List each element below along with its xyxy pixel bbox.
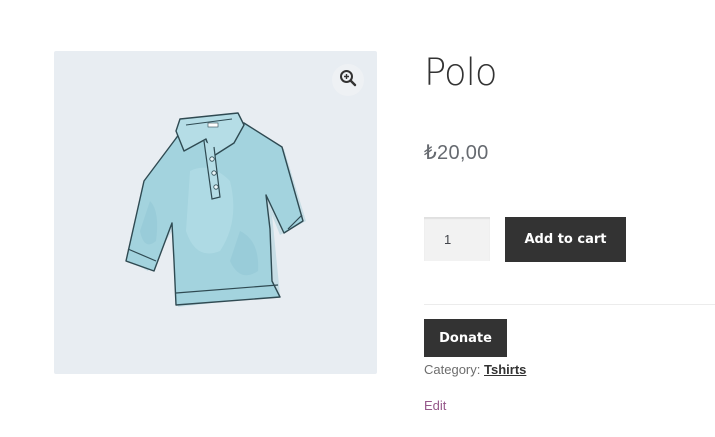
product-category: Category: Tshirts [424, 362, 526, 377]
category-label: Category: [424, 362, 481, 377]
edit-link[interactable]: Edit [424, 398, 446, 413]
category-link-tshirts[interactable]: Tshirts [484, 362, 526, 377]
product-gallery [54, 51, 377, 374]
add-to-cart-button[interactable]: Add to cart [505, 217, 626, 262]
polo-shirt-icon [125, 112, 306, 307]
product-price: ₺20,00 [424, 142, 489, 164]
zoom-button[interactable] [332, 64, 364, 96]
product-page: Polo ₺20,00 Add to cart Donate Category:… [0, 0, 715, 437]
product-image[interactable] [120, 111, 310, 311]
donate-button[interactable]: Donate [424, 319, 507, 357]
divider [424, 304, 715, 305]
quantity-input[interactable] [424, 217, 490, 261]
product-title: Polo [424, 51, 498, 94]
zoom-icon [339, 69, 357, 92]
